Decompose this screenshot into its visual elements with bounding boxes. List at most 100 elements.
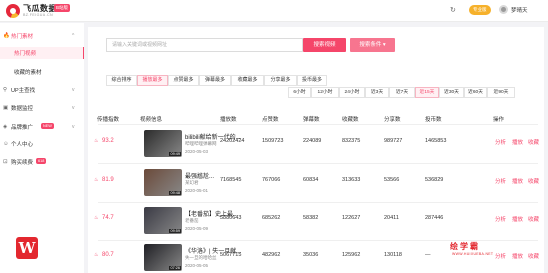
sidebar-item-monitor[interactable]: ▣ 数据监控 v xyxy=(0,102,84,114)
spread-index: 80.7 xyxy=(102,252,114,258)
sidebar-item-hot-material[interactable]: 🔥 热门素材 ^ xyxy=(0,30,84,42)
watermark-text: 绘学霸 xyxy=(450,242,480,251)
cell-shares: 20411 xyxy=(384,215,399,221)
sort-tab[interactable]: 播放最多 xyxy=(137,75,168,86)
cell-likes: 1509723 xyxy=(262,138,284,144)
avatar[interactable] xyxy=(499,5,508,14)
cell-favs: 832375 xyxy=(342,138,361,144)
watermark-url: WWW.HUIXUEBA.NET xyxy=(452,252,494,256)
spread-index: 74.7 xyxy=(102,215,114,221)
cell-likes: 767066 xyxy=(262,177,281,183)
brand-icon: ◈ xyxy=(3,124,8,130)
sidebar-item-label: 收藏的素材 xyxy=(14,70,42,76)
refresh-icon[interactable]: ↻ xyxy=(450,6,456,14)
chevron-down-icon: v xyxy=(72,105,75,111)
fire-icon: ♨ xyxy=(94,215,99,221)
analyze-link[interactable]: 分析 xyxy=(495,177,506,185)
cell-coins: — xyxy=(425,252,431,258)
sort-tab[interactable]: 收藏最多 xyxy=(231,75,264,86)
sidebar-item-up-search[interactable]: ⚲ UP主查找 v xyxy=(0,84,84,96)
video-duration: 09:59 xyxy=(169,229,181,233)
analyze-link[interactable]: 分析 xyxy=(495,252,506,260)
video-date: 2020-05-05 xyxy=(185,263,209,268)
cell-shares: 130118 xyxy=(384,252,402,258)
search-input[interactable]: 请输入关键词或视频网址 xyxy=(106,38,303,52)
new-badge: NEW xyxy=(41,123,54,129)
video-thumbnail[interactable]: 09:59 xyxy=(144,207,182,234)
video-thumbnail[interactable]: 07:26 xyxy=(144,244,182,271)
th-shares: 分享数 xyxy=(384,117,401,123)
sidebar-item-brand[interactable]: ◈ 品牌推广 NEW v xyxy=(0,121,84,133)
cell-plays: 7168545 xyxy=(220,177,242,183)
video-date: 2020-05-03 xyxy=(185,149,209,154)
th-danmaku: 弹幕数 xyxy=(303,117,320,123)
fire-icon: ♨ xyxy=(94,177,99,183)
sidebar-item-label: 个人中心 xyxy=(11,142,34,148)
th-plays: 播放数 xyxy=(220,117,237,123)
chevron-up-icon: ^ xyxy=(72,33,75,39)
feigua-logo-icon[interactable] xyxy=(6,4,20,18)
video-duration: 09:48 xyxy=(169,191,181,195)
video-duration: 07:26 xyxy=(169,266,181,270)
cell-coins: 287446 xyxy=(425,215,444,221)
play-link[interactable]: 播放 xyxy=(512,138,523,146)
analyze-link[interactable]: 分析 xyxy=(495,138,506,146)
th-coins: 投币数 xyxy=(425,117,442,123)
sidebar-item-label: 品牌推广 xyxy=(11,125,34,131)
time-range-tab[interactable]: 近3天 xyxy=(365,87,389,98)
user-icon: ☺ xyxy=(3,141,9,147)
cell-danmaku: 35036 xyxy=(303,252,319,258)
sort-tab[interactable]: 点赞最多 xyxy=(168,75,199,86)
sidebar-item-profile[interactable]: ☺ 个人中心 xyxy=(0,138,84,150)
time-range-tab[interactable]: 近7天 xyxy=(389,87,415,98)
promo-badge: 618 xyxy=(36,158,47,164)
sort-tab[interactable]: 投币最多 xyxy=(297,75,327,86)
vip-badge[interactable]: 专业版 xyxy=(469,5,491,15)
video-thumbnail[interactable]: 09:48 xyxy=(144,169,182,196)
divider xyxy=(98,124,538,125)
time-range-tab[interactable]: 近90天 xyxy=(487,87,515,98)
cell-danmaku: 60834 xyxy=(303,177,319,183)
sidebar-item-purchase[interactable]: ⊡ 购买续费 618 xyxy=(0,156,84,168)
sort-tab[interactable]: 分享最多 xyxy=(264,75,297,86)
time-range-tab[interactable]: 近60天 xyxy=(464,87,487,98)
sidebar-item-saved-material[interactable]: 收藏的素材 xyxy=(0,66,84,78)
time-range-tab[interactable]: 近15天 xyxy=(415,87,439,98)
sort-tab[interactable]: 弹幕最多 xyxy=(199,75,231,86)
username[interactable]: 梦晴天 xyxy=(511,6,528,14)
chevron-down-icon: v xyxy=(72,87,75,93)
brand-badge: B站版 xyxy=(54,4,71,12)
th-video-info: 视频信息 xyxy=(140,117,163,123)
search-icon: ⚲ xyxy=(3,87,8,93)
video-date: 2020-05-09 xyxy=(185,226,209,231)
time-range-tab[interactable]: 6小时 xyxy=(288,87,311,98)
divider xyxy=(98,202,538,203)
chevron-down-icon: v xyxy=(72,124,75,130)
time-range-tab[interactable]: 12小时 xyxy=(311,87,339,98)
favorite-link[interactable]: 收藏 xyxy=(528,252,539,260)
th-likes: 点赞数 xyxy=(262,117,279,123)
time-range-tab[interactable]: 近30天 xyxy=(439,87,464,98)
play-link[interactable]: 播放 xyxy=(512,215,523,223)
cart-icon: ⊡ xyxy=(3,159,8,165)
sort-tab[interactable]: 综合排序 xyxy=(106,75,137,86)
play-link[interactable]: 播放 xyxy=(512,252,523,260)
favorite-link[interactable]: 收藏 xyxy=(528,138,539,146)
video-date: 2020-05-01 xyxy=(185,188,209,193)
favorite-link[interactable]: 收藏 xyxy=(528,177,539,185)
monitor-icon: ▣ xyxy=(3,105,9,111)
sidebar-item-label: 数据监控 xyxy=(11,106,34,112)
play-link[interactable]: 播放 xyxy=(512,177,523,185)
video-thumbnail[interactable]: 09:49 xyxy=(144,130,182,157)
filter-button[interactable]: 搜索条件 ▾ xyxy=(350,38,395,52)
favorite-link[interactable]: 收藏 xyxy=(528,215,539,223)
sidebar-item-label: 热门视频 xyxy=(14,51,37,57)
sidebar-item-hot-videos[interactable]: 热门视频 xyxy=(0,47,84,59)
time-range-tab[interactable]: 24小时 xyxy=(339,87,365,98)
fire-icon: ♨ xyxy=(94,252,99,258)
th-actions: 操作 xyxy=(493,117,505,123)
divider xyxy=(98,163,538,164)
search-video-button[interactable]: 搜索视频 xyxy=(303,38,346,52)
video-duration: 09:49 xyxy=(169,152,181,156)
analyze-link[interactable]: 分析 xyxy=(495,215,506,223)
